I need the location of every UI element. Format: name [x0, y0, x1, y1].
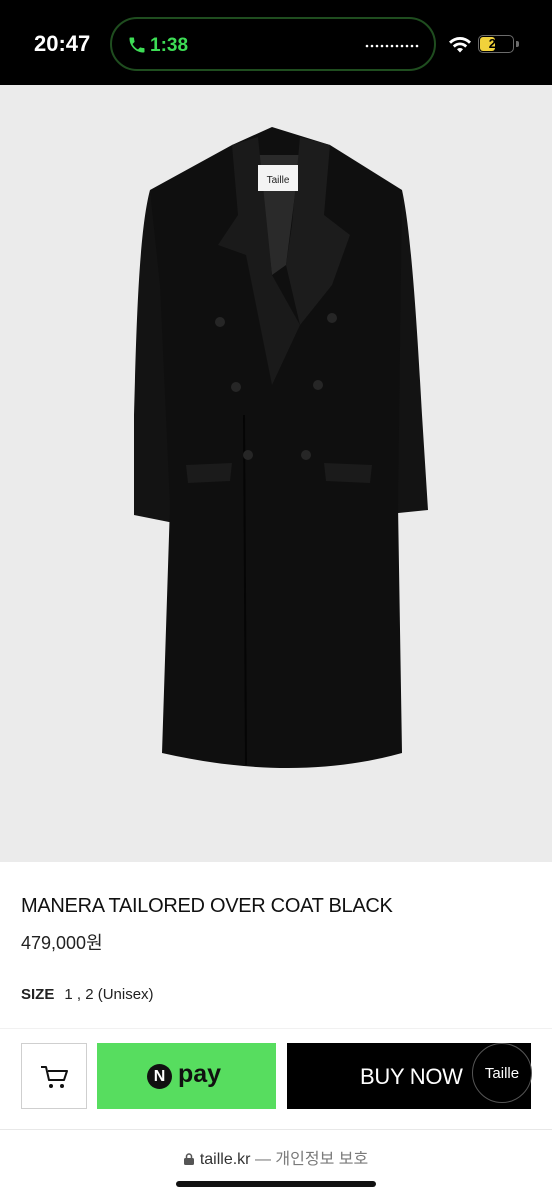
- product-price: 479,000원: [21, 933, 103, 953]
- lock-icon: [183, 1153, 194, 1165]
- status-bar: 20:47 1:38 21: [0, 0, 552, 85]
- buy-now-label: BUY NOW: [360, 1064, 463, 1089]
- size-values: 1 , 2 (Unisex): [64, 986, 154, 1003]
- size-row: SIZE 1 , 2 (Unisex): [21, 986, 154, 1003]
- product-title: MANERA TAILORED OVER COAT BLACK: [21, 895, 393, 917]
- privacy-text: 개인정보 보호: [275, 1151, 369, 1168]
- brand-label-text: Taille: [267, 175, 290, 186]
- call-duration: 1:38: [150, 35, 189, 56]
- battery-level: 21: [488, 36, 504, 51]
- url-separator: —: [250, 1151, 276, 1168]
- add-to-cart-button[interactable]: [21, 1043, 87, 1109]
- naver-pay-label: pay: [178, 1060, 222, 1088]
- home-indicator[interactable]: [176, 1181, 376, 1187]
- call-indicator-pill[interactable]: 1:38: [110, 17, 436, 71]
- url-text: taille.kr: [199, 1151, 251, 1168]
- battery-tip: [516, 41, 519, 47]
- cart-icon: [41, 1066, 68, 1088]
- naver-pay-button[interactable]: N pay: [97, 1043, 276, 1109]
- browser-divider: [0, 1129, 552, 1130]
- battery-icon: 21: [478, 35, 514, 53]
- chat-button-label: Taille: [484, 1065, 520, 1082]
- product-image[interactable]: Taille: [0, 85, 552, 862]
- browser-url-bar[interactable]: taille.kr — 개인정보 보호: [0, 1145, 552, 1169]
- size-label: SIZE: [21, 986, 55, 1003]
- chat-button[interactable]: Taille: [472, 1043, 532, 1103]
- coat-illustration: Taille: [134, 127, 428, 768]
- wifi-icon: [449, 37, 471, 53]
- audio-waveform-icon: [365, 44, 419, 48]
- status-time: 20:47: [34, 31, 91, 56]
- phone-icon: [129, 37, 145, 53]
- naver-n-icon: N: [147, 1064, 172, 1089]
- divider: [0, 1028, 552, 1029]
